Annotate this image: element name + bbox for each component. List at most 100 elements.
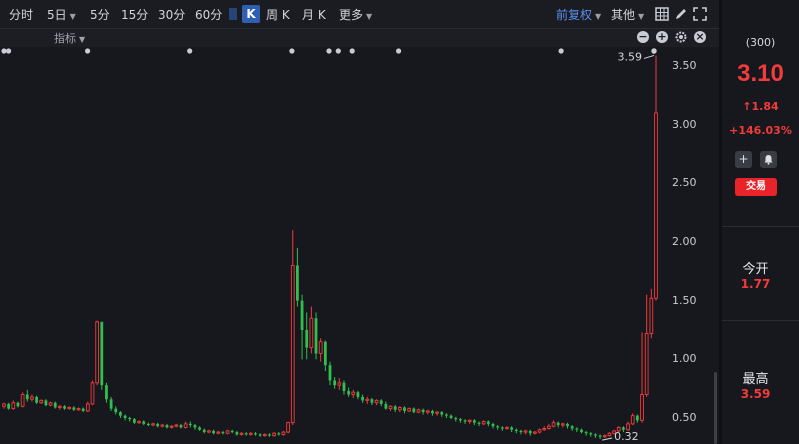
candle-body (467, 419, 472, 422)
period-5day[interactable]: 5日 ▼ (47, 6, 76, 23)
period-toolbar: 分时 5日 ▼ 5分 15分 30分 60分 K 周 K 月 K 更多 ▼ 前复权 ▼… (0, 0, 719, 29)
candle-body (486, 421, 490, 424)
grid-layout-icon[interactable] (655, 7, 669, 21)
candle-body (248, 432, 253, 435)
candle-body (272, 432, 276, 437)
more-label: 更多 (339, 8, 364, 22)
candle-body (262, 433, 267, 437)
candle-body (81, 408, 85, 411)
price-tick-label: 2.50 (672, 176, 697, 190)
event-marker-dot[interactable] (6, 48, 12, 54)
candle-body (570, 426, 574, 429)
period-day-k[interactable]: K (242, 5, 260, 23)
candle-body (454, 418, 458, 420)
candle-body (412, 408, 416, 413)
vertical-scrollbar[interactable] (714, 372, 717, 444)
period-60min[interactable]: 60分 (195, 6, 222, 23)
gear-icon[interactable] (675, 31, 687, 43)
event-marker-dot[interactable] (187, 48, 193, 54)
event-marker-dot[interactable] (651, 48, 657, 54)
min-price-label: 0.32 (614, 430, 639, 443)
candle-body (7, 403, 11, 409)
candle-body (607, 432, 612, 437)
candle-body (85, 403, 90, 412)
candle-body (30, 396, 34, 400)
period-5min[interactable]: 5分 (90, 6, 110, 23)
event-marker-dot[interactable] (349, 48, 355, 54)
candle-body (169, 425, 174, 428)
indicator-label: 指标 (54, 32, 76, 45)
candle-body (547, 425, 551, 430)
candle-body (435, 411, 439, 414)
candle-body (370, 399, 374, 403)
candle-body (580, 429, 583, 433)
candle-body (20, 394, 25, 407)
bell-icon[interactable] (760, 151, 777, 168)
candle-body (491, 423, 495, 427)
other-dropdown[interactable]: 其他 ▼ (611, 6, 644, 23)
period-month-k[interactable]: 月 K (302, 6, 326, 23)
candle-body (519, 430, 523, 433)
more-periods-dropdown[interactable]: 更多 ▼ (339, 6, 372, 23)
event-marker-dot[interactable] (558, 48, 564, 54)
candle-body (286, 422, 290, 433)
candle-body (183, 423, 188, 428)
candle-body (374, 399, 379, 404)
candle-body (53, 402, 57, 408)
period-timeshare[interactable]: 分时 (9, 6, 33, 23)
event-markers (1, 48, 657, 54)
close-icon[interactable]: × (694, 31, 706, 43)
candle-body (142, 421, 146, 424)
fullscreen-icon[interactable] (693, 7, 707, 21)
candle-body (281, 431, 286, 435)
max-price-arrow (643, 54, 655, 59)
candle-body (268, 434, 271, 436)
indicator-bar: 指标 ▼ − + × (0, 29, 719, 47)
candle-body (398, 406, 402, 411)
event-marker-dot[interactable] (326, 48, 332, 54)
candle-body (216, 431, 221, 434)
period-15min[interactable]: 15分 (121, 6, 148, 23)
candle-body (63, 406, 66, 409)
candle-body (425, 410, 430, 413)
candle-body (258, 434, 262, 436)
candle-body (207, 430, 211, 433)
price-change: ↑1.84 (722, 100, 799, 113)
candle-body (309, 317, 314, 349)
draw-pen-icon[interactable] (674, 7, 688, 21)
add-watchlist-icon[interactable]: + (735, 151, 752, 168)
high-label: 最高 (742, 372, 769, 387)
event-marker-dot[interactable] (289, 48, 295, 54)
up-arrow-icon: ↑ (742, 100, 752, 113)
zoom-out-icon[interactable]: − (637, 31, 649, 43)
period-week-k[interactable]: 周 K (266, 6, 290, 23)
event-marker-dot[interactable] (85, 48, 91, 54)
candle-body (305, 330, 309, 348)
trade-button[interactable]: 交易 (735, 178, 777, 196)
open-label: 今开 (742, 262, 769, 277)
candle-body (561, 423, 565, 426)
period-30min[interactable]: 30分 (158, 6, 185, 23)
zoom-in-icon[interactable]: + (656, 31, 668, 43)
candle-body (244, 433, 248, 435)
candle-body (644, 333, 649, 395)
candle-body (351, 391, 356, 395)
candle-body (403, 407, 406, 411)
candle-body (16, 402, 20, 407)
section-divider (722, 226, 799, 227)
adjust-dropdown[interactable]: 前复权 ▼ (556, 6, 601, 23)
candle-body (342, 382, 346, 392)
event-marker-dot[interactable] (396, 48, 402, 54)
indicator-dropdown[interactable]: 指标 ▼ (54, 30, 85, 46)
candle-body (114, 408, 118, 413)
candlestick-chart[interactable]: 3.59 0.32 (0, 48, 668, 444)
candle-body (39, 399, 44, 404)
candle-body (174, 424, 179, 427)
chevron-down-icon: ▼ (595, 12, 602, 21)
candle-body (25, 394, 29, 400)
event-marker-dot[interactable] (1, 48, 7, 54)
candle-body (202, 429, 206, 433)
event-marker-dot[interactable] (335, 48, 341, 54)
high-value: 3.59 (740, 387, 771, 401)
candle-body (2, 403, 6, 407)
